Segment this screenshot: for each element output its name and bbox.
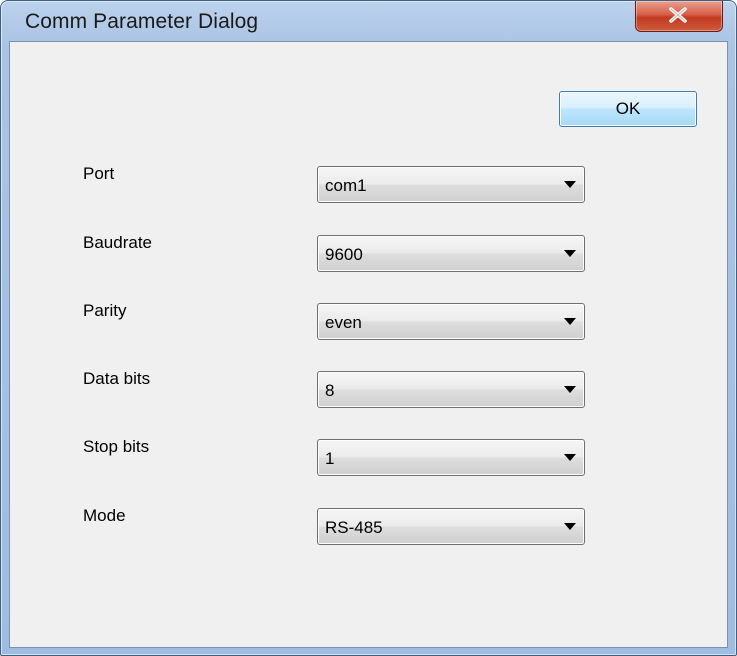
dialog-window: Comm Parameter Dialog OK Port com1 Baudr… [0,0,737,656]
chevron-down-icon [564,318,576,325]
mode-label: Mode [83,506,126,525]
chevron-down-icon [564,181,576,188]
chevron-down-icon [564,386,576,393]
chevron-down-icon [564,454,576,461]
baudrate-value: 9600 [325,245,363,264]
mode-select[interactable]: RS-485 [317,508,585,545]
port-value: com1 [325,176,367,195]
close-button[interactable] [635,1,723,32]
port-select[interactable]: com1 [317,166,585,203]
close-icon [669,7,687,23]
chevron-down-icon [564,523,576,530]
baudrate-select[interactable]: 9600 [317,235,585,272]
baudrate-label: Baudrate [83,233,152,252]
stop-bits-value: 1 [325,449,335,468]
stop-bits-select[interactable]: 1 [317,439,585,476]
window-title: Comm Parameter Dialog [25,10,259,33]
ok-button[interactable]: OK [559,91,697,127]
dialog-client-area: OK Port com1 Baudrate 9600 Parity even D… [9,41,728,648]
parity-select[interactable]: even [317,303,585,340]
parity-value: even [325,313,362,332]
data-bits-label: Data bits [83,369,151,388]
title-bar[interactable]: Comm Parameter Dialog [1,1,736,41]
port-label: Port [83,164,115,183]
data-bits-select[interactable]: 8 [317,371,585,408]
data-bits-value: 8 [325,381,335,400]
parity-label: Parity [83,301,127,320]
chevron-down-icon [564,250,576,257]
stop-bits-label: Stop bits [83,437,150,456]
mode-value: RS-485 [325,518,383,537]
